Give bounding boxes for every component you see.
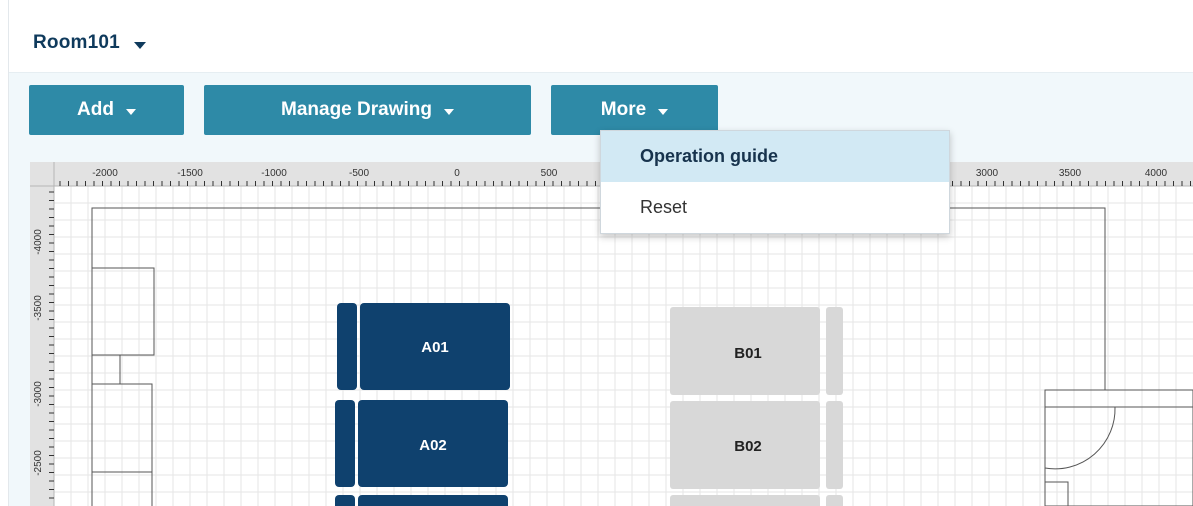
ruler-x-label: 4000: [1145, 168, 1168, 179]
add-button-label: Add: [77, 99, 114, 120]
room-selector[interactable]: Room101: [33, 28, 146, 58]
ruler-x-label: -1000: [261, 168, 287, 179]
chevron-down-icon: [443, 108, 454, 115]
more-button-label: More: [600, 99, 647, 120]
ruler-x-label: 0: [454, 168, 460, 179]
ruler-y-label: -3500: [33, 295, 44, 321]
manage-drawing-button[interactable]: Manage Drawing: [204, 85, 531, 135]
rack-label: B01: [734, 345, 762, 362]
ruler-y-label: -4000: [33, 229, 44, 255]
rack-a02[interactable]: A02: [335, 400, 508, 487]
ruler-x-label: 3000: [976, 168, 999, 179]
ruler-x-label: -500: [349, 168, 369, 179]
rack-b02[interactable]: B02: [670, 401, 843, 489]
chevron-down-icon: [658, 108, 669, 115]
rack-label: A01: [421, 339, 449, 356]
menu-item-operation-guide[interactable]: Operation guide: [601, 131, 949, 182]
menu-item-reset[interactable]: Reset: [601, 182, 949, 232]
room-name: Room101: [33, 32, 120, 53]
ruler-x-label: 500: [541, 168, 558, 179]
ruler-y-label: -2500: [33, 450, 44, 476]
header-bar: Room101: [9, 0, 1193, 73]
more-dropdown-menu: Operation guide Reset: [600, 130, 950, 234]
ruler-x-label: -2000: [92, 168, 118, 179]
more-button[interactable]: More: [551, 85, 718, 135]
ruler-x-label: 3500: [1059, 168, 1082, 179]
rack-a03-partial[interactable]: [335, 495, 508, 506]
rack-label: B02: [734, 438, 762, 455]
rack-b03-partial[interactable]: [670, 495, 843, 506]
chevron-down-icon: [133, 41, 146, 49]
rack-a01[interactable]: A01: [337, 303, 510, 390]
ruler-x-label: -1500: [177, 168, 203, 179]
rack-label: A02: [419, 437, 447, 454]
ruler-y-label: -3000: [33, 381, 44, 407]
manage-drawing-button-label: Manage Drawing: [281, 99, 432, 120]
chevron-down-icon: [125, 108, 136, 115]
add-button[interactable]: Add: [29, 85, 184, 135]
rack-b01[interactable]: B01: [670, 307, 843, 395]
